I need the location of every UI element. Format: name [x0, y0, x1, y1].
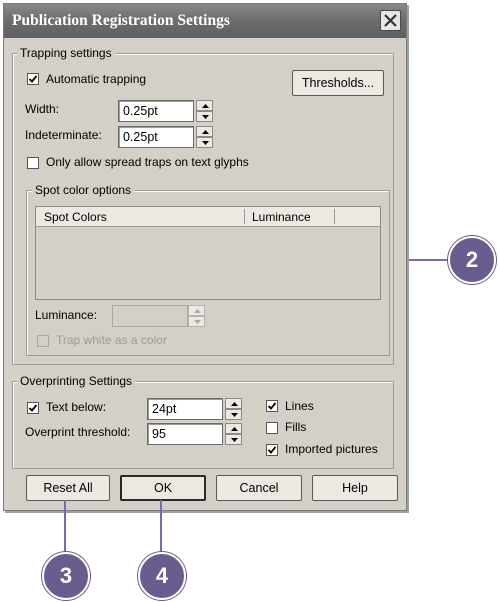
callout-3: 3 [42, 552, 90, 600]
column-header-spot-colors[interactable]: Spot Colors [44, 210, 107, 224]
text-below-checkbox[interactable] [27, 402, 39, 414]
column-divider[interactable] [244, 209, 245, 224]
chevron-down-icon [231, 438, 238, 442]
spot-colors-list-header: Spot Colors Luminance [36, 207, 380, 227]
width-field[interactable]: 0.25pt [118, 100, 194, 122]
spread-traps-checkbox[interactable] [27, 157, 39, 169]
trapping-settings-legend: Trapping settings [17, 46, 115, 60]
callout-4: 4 [138, 552, 186, 600]
column-divider[interactable] [334, 209, 335, 224]
chevron-up-icon [202, 130, 209, 134]
automatic-trapping-checkbox[interactable] [27, 73, 39, 85]
callout-2: 2 [448, 236, 496, 284]
indeterminate-stepper[interactable] [196, 126, 213, 148]
overprint-threshold-label: Overprint threshold: [25, 425, 131, 439]
help-button[interactable]: Help [312, 475, 398, 501]
automatic-trapping-label: Automatic trapping [46, 72, 147, 86]
checkmark-icon [267, 446, 277, 454]
lines-checkbox[interactable] [266, 400, 278, 412]
indeterminate-label: Indeterminate: [25, 128, 102, 142]
overprinting-settings-legend: Overprinting Settings [17, 374, 136, 388]
close-button[interactable] [380, 10, 401, 31]
overprint-threshold-stepper[interactable] [225, 423, 242, 445]
ok-button[interactable]: OK [120, 475, 206, 501]
spot-color-options-legend: Spot color options [32, 183, 135, 197]
imported-pictures-checkbox[interactable] [266, 444, 278, 456]
checkmark-icon [28, 75, 38, 83]
imported-pictures-label: Imported pictures [285, 442, 378, 456]
callout-4-connector [160, 500, 162, 555]
publication-registration-dialog: Publication Registration Settings Trappi… [3, 3, 407, 511]
chevron-down-icon [194, 320, 201, 324]
text-below-stepper[interactable] [225, 398, 242, 420]
trap-white-label: Trap white as a color [56, 333, 167, 347]
chevron-down-icon [202, 141, 209, 145]
text-below-field[interactable]: 24pt [147, 398, 223, 420]
indeterminate-field[interactable]: 0.25pt [118, 126, 194, 148]
fills-label: Fills [285, 420, 307, 434]
spot-colors-list[interactable]: Spot Colors Luminance [35, 206, 381, 300]
width-stepper[interactable] [196, 100, 213, 122]
lines-label: Lines [285, 399, 314, 413]
callout-3-connector [64, 500, 66, 555]
callout-2-connector [402, 259, 450, 261]
trap-white-checkbox[interactable] [37, 335, 49, 347]
chevron-up-icon [231, 402, 238, 406]
chevron-up-icon [231, 427, 238, 431]
thresholds-button[interactable]: Thresholds... [292, 70, 384, 96]
chevron-down-icon [231, 413, 238, 417]
checkmark-icon [28, 404, 38, 412]
checkmark-icon [267, 402, 277, 410]
fills-checkbox[interactable] [266, 422, 278, 434]
luminance-label: Luminance: [35, 308, 98, 322]
spread-traps-label: Only allow spread traps on text glyphs [46, 155, 249, 169]
width-label: Width: [25, 102, 60, 116]
luminance-field[interactable] [112, 305, 188, 327]
luminance-stepper[interactable] [188, 305, 205, 327]
close-icon [384, 14, 397, 27]
overprint-threshold-field[interactable]: 95 [147, 423, 223, 445]
chevron-up-icon [194, 309, 201, 313]
dialog-title: Publication Registration Settings [12, 12, 230, 29]
chevron-up-icon [202, 104, 209, 108]
cancel-button[interactable]: Cancel [216, 475, 302, 501]
reset-all-button[interactable]: Reset All [26, 475, 110, 501]
text-below-label: Text below: [46, 400, 107, 414]
column-header-luminance[interactable]: Luminance [252, 210, 311, 224]
title-bar[interactable]: Publication Registration Settings [4, 4, 406, 38]
chevron-down-icon [202, 115, 209, 119]
